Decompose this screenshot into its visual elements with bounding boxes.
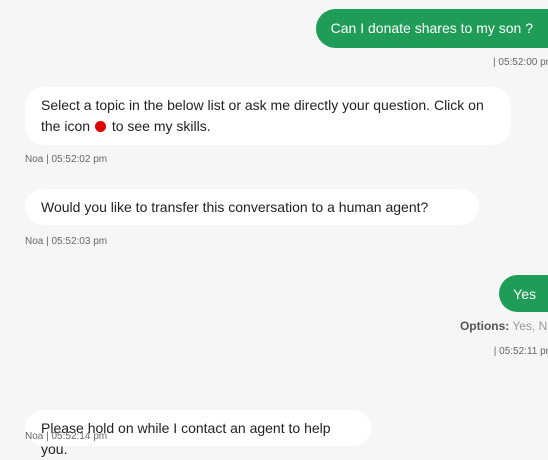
options-values: Yes, No bbox=[512, 319, 548, 333]
user-message-timestamp: | 05:52:00 pm bbox=[493, 57, 548, 68]
bot-message-timestamp: Noa | 05:52:03 pm bbox=[25, 236, 108, 247]
user-reply-bubble: Yes bbox=[499, 275, 548, 312]
options-label: Options: bbox=[459, 319, 510, 333]
bot-message-timestamp: Noa | 05:52:02 pm bbox=[25, 154, 108, 165]
bot-message-timestamp: Noa | 05:52:14 pm bbox=[25, 431, 108, 442]
red-dot-icon[interactable] bbox=[94, 121, 106, 132]
bot-message-text: Select a topic in the below list or ask … bbox=[41, 97, 484, 134]
user-message-bubble: Can I donate shares to my son ? bbox=[315, 9, 548, 48]
bot-message-text-after-icon: to see my skills. bbox=[111, 118, 211, 134]
bot-message-text: Would you like to transfer this conversa… bbox=[41, 199, 429, 215]
bot-message-bubble: Select a topic in the below list or ask … bbox=[25, 87, 511, 145]
user-message-text: Can I donate shares to my son ? bbox=[330, 20, 533, 36]
bot-message-bubble: Would you like to transfer this conversa… bbox=[25, 189, 479, 225]
user-reply-text: Yes bbox=[513, 286, 536, 302]
chat-transcript: Can I donate shares to my son ? | 05:52:… bbox=[0, 0, 548, 457]
quick-reply-options: Options: Yes, No bbox=[460, 319, 548, 333]
user-reply-timestamp: | 05:52:11 pm bbox=[493, 346, 548, 357]
